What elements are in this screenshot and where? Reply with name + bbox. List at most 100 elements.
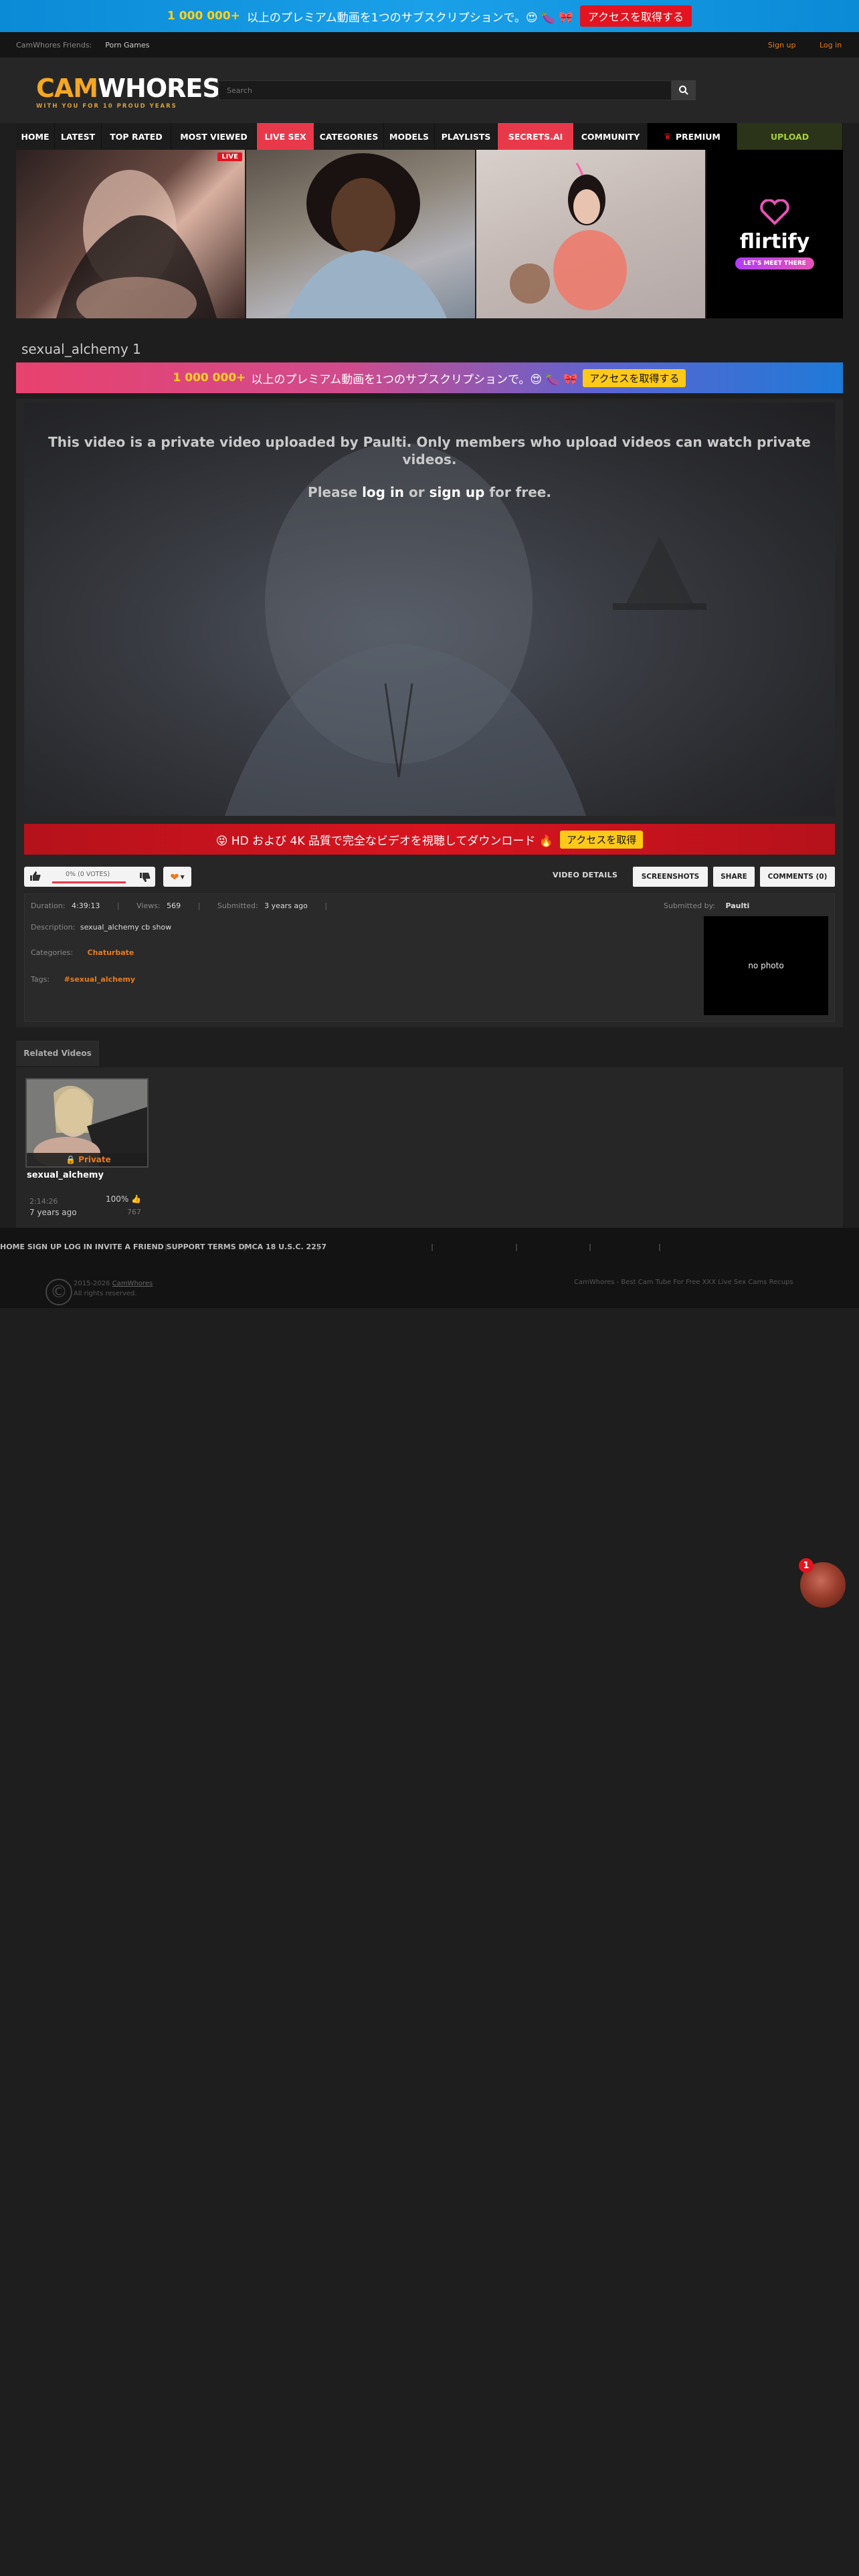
premium-promo-banner[interactable]: 1 000 000+ 以上のプレミアム動画を1つのサブスクリプションで。😍 🍆 … xyxy=(16,362,843,393)
related-video-views: 767 xyxy=(127,1208,141,1216)
footer-nav: HOME | SIGN UP | LOG IN | INVITE A FRIEN… xyxy=(0,1243,859,1256)
site-logo[interactable]: CAMWHORES WITH YOU FOR 10 PROUD YEARS xyxy=(36,74,221,110)
footer-link-log-in[interactable]: LOG IN xyxy=(64,1243,92,1251)
tab-screenshots[interactable]: SCREENSHOTS xyxy=(633,867,708,887)
hd-bar-text: 😝 HD および 4K 品質で完全なビデオを視聴してダウンロード 🔥 xyxy=(215,834,553,848)
thumbs-up-icon: 👍 xyxy=(131,1194,142,1204)
description-label: Description: xyxy=(31,923,76,932)
separator: | xyxy=(197,901,201,910)
hd-download-banner[interactable]: 😝 HD および 4K 品質で完全なビデオを視聴してダウンロード 🔥 アクセスを… xyxy=(24,824,835,855)
promo2-highlight: 1 000 000+ xyxy=(173,371,246,385)
related-video-thumbnail[interactable]: 🔒 Private xyxy=(25,1078,149,1168)
separator: | xyxy=(324,901,328,910)
flirtify-cta[interactable]: LET'S MEET THERE xyxy=(735,257,814,270)
heart-icon: ❤ xyxy=(170,870,179,883)
search-icon xyxy=(679,86,688,95)
live-cam-tile[interactable] xyxy=(246,150,475,318)
friends-link-porn-games[interactable]: Porn Games xyxy=(105,41,149,49)
site-footer: HOME | SIGN UP | LOG IN | INVITE A FRIEN… xyxy=(0,1228,859,1308)
nav-upload[interactable]: UPLOAD xyxy=(737,123,843,150)
nav-top-rated[interactable]: TOP RATED xyxy=(102,123,171,150)
footer-link-dmca[interactable]: DMCA xyxy=(239,1243,264,1251)
friends-label: CamWhores Friends: xyxy=(16,40,92,49)
flirtify-heart-icon xyxy=(760,199,789,225)
live-cams-strip: LIVE flirtify LET'S MEET THERE xyxy=(16,150,843,318)
live-cam-tile[interactable] xyxy=(476,150,705,318)
related-videos-tab[interactable]: Related Videos xyxy=(16,1041,99,1066)
thumbs-up-icon[interactable] xyxy=(29,871,41,884)
nav-latest[interactable]: LATEST xyxy=(55,123,102,150)
private-label: Private xyxy=(78,1155,111,1164)
nav-community[interactable]: COMMUNITY xyxy=(574,123,648,150)
copyright-icon: © xyxy=(45,1279,72,1305)
player-sign-up-link[interactable]: sign up xyxy=(430,484,485,500)
nav-models[interactable]: MODELS xyxy=(384,123,435,150)
search-button[interactable] xyxy=(672,80,696,100)
chevron-down-icon: ▼ xyxy=(180,873,185,880)
player-log-in-link[interactable]: log in xyxy=(362,484,404,500)
logo-cam: CAM xyxy=(36,74,98,103)
separator: | xyxy=(589,1243,592,1251)
nav-most-viewed[interactable]: MOST VIEWED xyxy=(171,123,257,150)
related-video-title[interactable]: sexual_alchemy xyxy=(27,1170,104,1180)
tab-comments[interactable]: COMMENTS (0) xyxy=(760,867,835,887)
nav-home[interactable]: HOME xyxy=(16,123,55,150)
tab-video-details[interactable]: VIDEO DETAILS xyxy=(553,871,617,879)
promo2-cta-button[interactable]: アクセスを取得する xyxy=(583,368,686,387)
logo-tagline: WITH YOU FOR 10 PROUD YEARS xyxy=(36,103,177,110)
nav-secrets-ai[interactable]: SECRETS.AI xyxy=(498,123,574,150)
copyright-link[interactable]: CamWhores xyxy=(112,1280,153,1287)
live-cam-tile[interactable]: LIVE xyxy=(16,150,245,318)
private-video-message: This video is a private video uploaded b… xyxy=(48,434,811,467)
video-player[interactable]: This video is a private video uploaded b… xyxy=(24,403,835,816)
nav-premium[interactable]: ♛ PREMIUM xyxy=(648,123,737,150)
uploader-link[interactable]: Paulti xyxy=(725,901,749,910)
footer-link-invite[interactable]: INVITE A FRIEND xyxy=(95,1243,164,1251)
login-prompt-or: or xyxy=(409,484,425,500)
nav-playlists[interactable]: PLAYLISTS xyxy=(435,123,498,150)
submitted-by-row: Submitted by: Paulti xyxy=(664,901,749,910)
top-sign-up-link[interactable]: Sign up xyxy=(768,41,795,49)
separator: | xyxy=(244,1243,247,1251)
uploader-avatar[interactable]: no photo xyxy=(704,916,828,1015)
separator: | xyxy=(116,901,120,910)
footer-link-terms[interactable]: TERMS xyxy=(207,1243,235,1251)
rating-box: 0% (0 VOTES) xyxy=(24,867,155,887)
thumbs-down-icon[interactable] xyxy=(139,872,151,885)
separator: | xyxy=(658,1243,662,1251)
categories-label: Categories: xyxy=(31,948,73,957)
tag-link[interactable]: #sexual_alchemy xyxy=(64,975,135,984)
footer-link-support[interactable]: SUPPORT xyxy=(167,1243,205,1251)
rating-text: 0% (0 VOTES) xyxy=(66,871,110,878)
hd-bar-cta-button[interactable]: アクセスを取得 xyxy=(559,830,644,849)
footer-link-sign-up[interactable]: SIGN UP xyxy=(27,1243,62,1251)
submitted-by-label: Submitted by: xyxy=(664,901,715,910)
footer-tagline: CamWhores - Best Cam Tube For Free XXX L… xyxy=(574,1279,793,1286)
favorite-button[interactable]: ❤ ▼ xyxy=(163,867,191,887)
flirtify-ad[interactable]: flirtify LET'S MEET THERE xyxy=(706,150,843,318)
nav-categories[interactable]: CATEGORIES xyxy=(314,123,384,150)
views-value: 569 xyxy=(167,901,181,910)
tags-label: Tags: xyxy=(31,975,50,984)
top-promo-banner[interactable]: 1 000 000+ 以上のプレミアム動画を1つのサブスクリプションで。😍 🍆 … xyxy=(0,0,859,32)
search-input[interactable] xyxy=(219,81,647,100)
related-video-duration: 2:14:26 xyxy=(29,1197,58,1206)
description-value: sexual_alchemy cb show xyxy=(80,923,172,932)
related-video-rating: 100% 👍 xyxy=(106,1194,141,1204)
lock-icon: 🔒 xyxy=(66,1155,76,1164)
footer-link-home[interactable]: HOME xyxy=(0,1243,25,1251)
duration-label: Duration: xyxy=(31,901,66,910)
description-row: Description: sexual_alchemy cb show xyxy=(31,923,171,932)
cam-thumbnail-image xyxy=(56,170,217,318)
category-link[interactable]: Chaturbate xyxy=(88,948,134,957)
duration-value: 4:39:13 xyxy=(71,901,100,910)
top-log-in-link[interactable]: Log in xyxy=(820,41,842,49)
tab-share[interactable]: SHARE xyxy=(713,867,755,887)
promo-text: 以上のプレミアム動画を1つのサブスクリプションで。😍 🍆 🎀 xyxy=(246,11,573,25)
nav-live-sex[interactable]: LIVE SEX xyxy=(257,123,314,150)
login-prompt-free: for free. xyxy=(489,484,551,500)
promo-cta-button[interactable]: アクセスを取得する xyxy=(579,5,692,27)
copyright-years: 2015-2026 xyxy=(74,1280,110,1287)
nav-premium-label: PREMIUM xyxy=(675,131,721,142)
premium-crown-icon: ♛ xyxy=(664,131,672,142)
